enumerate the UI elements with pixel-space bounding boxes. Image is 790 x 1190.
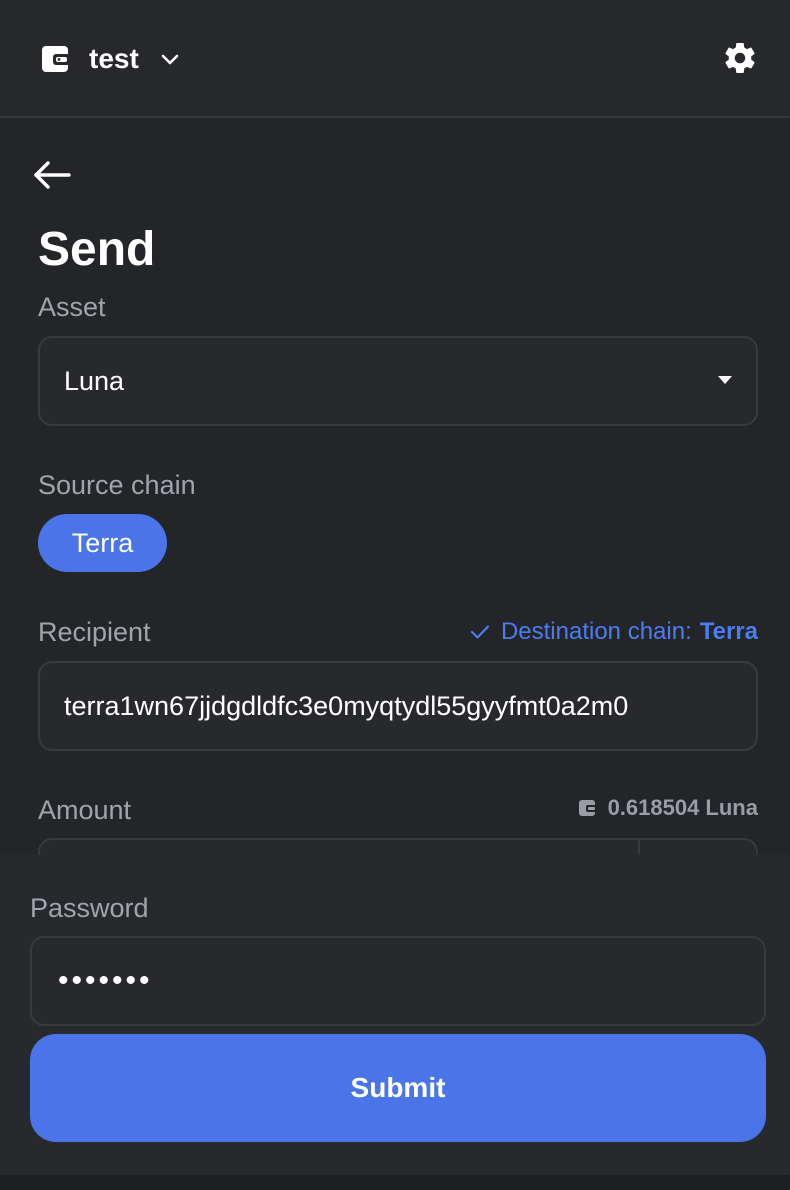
destination-chain-prefix: Destination chain: [500, 618, 692, 645]
chevron-down-icon [161, 54, 179, 65]
password-label: Password [30, 893, 149, 923]
source-chain-chip[interactable]: Terra [38, 514, 167, 572]
arrow-left-icon[interactable] [32, 158, 72, 192]
amount-label: Amount [38, 795, 132, 825]
top-bar: test [0, 0, 790, 118]
page-title: Send [38, 223, 156, 276]
recipient-label: Recipient [38, 617, 151, 647]
send-screen: test Send Asset Luna Source chain Terra … [0, 0, 790, 1190]
bottom-edge [0, 1175, 790, 1190]
gear-icon[interactable] [722, 40, 758, 76]
confirm-panel: Password ••••••• Submit [0, 855, 790, 1175]
balance-amount: 0.618504 Luna [607, 795, 758, 820]
source-chain-label: Source chain [38, 470, 196, 500]
submit-button[interactable]: Submit [30, 1034, 766, 1142]
password-masked-value: ••••••• [58, 964, 153, 997]
check-icon [470, 625, 490, 639]
recipient-address-value: terra1wn67jjdgdldfc3e0myqtydl55gyyfmt0a2… [64, 691, 629, 721]
destination-chain-name: Terra [699, 618, 758, 645]
wallet-balance[interactable]: 0.618504 Luna [578, 795, 758, 821]
password-input[interactable]: ••••••• [30, 936, 766, 1026]
destination-chain-indicator: Destination chain: Terra [469, 618, 758, 646]
caret-down-icon [718, 376, 732, 384]
asset-select[interactable]: Luna [38, 336, 758, 426]
wallet-switcher[interactable]: test [40, 40, 181, 78]
wallet-icon [42, 46, 70, 72]
wallet-name: test [89, 43, 139, 74]
asset-label: Asset [38, 292, 106, 322]
asset-selected-value: Luna [64, 366, 125, 396]
recipient-input[interactable]: terra1wn67jjdgdldfc3e0myqtydl55gyyfmt0a2… [38, 661, 758, 751]
wallet-icon [578, 800, 597, 816]
